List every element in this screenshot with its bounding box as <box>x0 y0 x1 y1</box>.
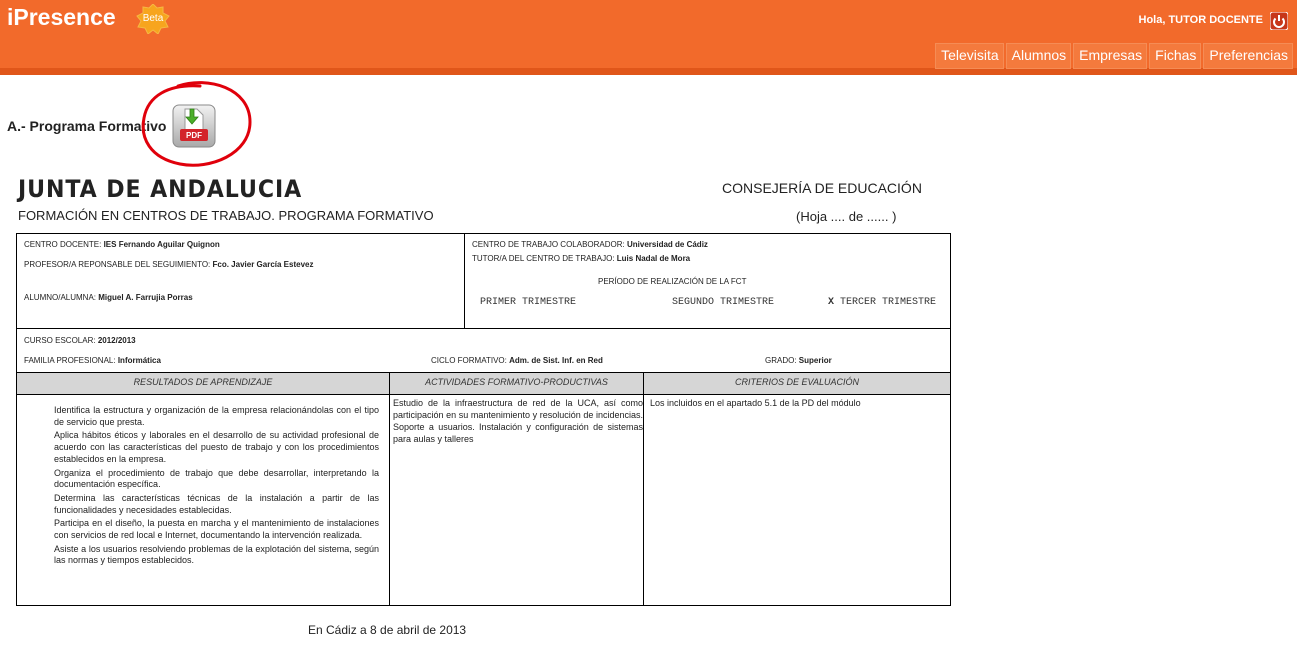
page-indicator: (Hoja .... de ...... ) <box>796 209 897 224</box>
alumno: ALUMNO/ALUMNA: Miguel A. Farrujia Porras <box>24 293 193 302</box>
resultado-item: Identifica la estructura y organización … <box>54 405 379 427</box>
ciclo-formativo: CICLO FORMATIVO: Adm. de Sist. Inf. en R… <box>431 356 603 365</box>
trimestre-2: SEGUNDO TRIMESTRE <box>672 297 775 308</box>
main-nav: Televisita Alumnos Empresas Fichas Prefe… <box>935 43 1293 69</box>
centro-docente: CENTRO DOCENTE: IES Fernando Aguilar Qui… <box>24 240 220 249</box>
grado: GRADO: Superior <box>765 356 832 365</box>
resultado-item: Aplica hábitos éticos y laborales en el … <box>54 430 379 464</box>
svg-text:PDF: PDF <box>186 131 202 140</box>
centro-trabajo: CENTRO DE TRABAJO COLABORADOR: Universid… <box>472 240 708 249</box>
resultado-item: Asiste a los usuarios resolviendo proble… <box>54 543 379 566</box>
section-title: A.- Programa Formativo <box>7 118 167 134</box>
criterios-cell: Los incluidos en el apartado 5.1 de la P… <box>643 394 951 606</box>
nav-preferencias[interactable]: Preferencias <box>1203 43 1293 69</box>
beta-label: Beta <box>142 13 164 24</box>
trimestre-mark: X <box>828 297 835 308</box>
nav-fichas[interactable]: Fichas <box>1149 43 1202 69</box>
pdf-download-icon[interactable]: PDF <box>171 103 217 149</box>
footer-date: En Cádiz a 8 de abril de 2013 <box>308 623 467 637</box>
nav-empresas[interactable]: Empresas <box>1073 43 1148 69</box>
actividades-cell: Estudio de la infraestructura de red de … <box>389 394 644 606</box>
profesor: PROFESOR/A REPONSABLE DEL SEGUIMIENTO: F… <box>24 260 314 269</box>
nav-alumnos[interactable]: Alumnos <box>1005 43 1072 69</box>
trimestre-1: PRIMER TRIMESTRE <box>480 297 577 308</box>
trimestre-3: X TERCER TRIMESTRE <box>828 297 937 308</box>
nav-televisita[interactable]: Televisita <box>935 43 1004 69</box>
department-title: CONSEJERÍA DE EDUCACIÓN <box>722 180 922 196</box>
curso-escolar: CURSO ESCOLAR: 2012/2013 <box>24 336 136 345</box>
resultados-cell: Identifica la estructura y organización … <box>16 394 390 606</box>
curso-box <box>16 328 951 373</box>
resultado-item: Organiza el procedimiento de trabajo que… <box>54 467 379 490</box>
actividades-text: Estudio de la infraestructura de red de … <box>393 398 643 444</box>
resultado-item: Participa en el diseño, la puesta en mar… <box>54 518 379 541</box>
col-header-criterios: CRITERIOS DE EVALUACIÓN <box>643 372 951 395</box>
criterios-text: Los incluidos en el apartado 5.1 de la P… <box>650 398 861 408</box>
col-header-actividades: ACTIVIDADES FORMATIVO-PRODUCTIVAS <box>389 372 644 395</box>
document-title: FORMACIÓN EN CENTROS DE TRABAJO. PROGRAM… <box>18 208 434 223</box>
familia-profesional: FAMILIA PROFESIONAL: Informática <box>24 356 161 365</box>
resultado-item: Determina las características técnicas d… <box>54 492 379 515</box>
tutor-trabajo: TUTOR/A DEL CENTRO DE TRABAJO: Luis Nada… <box>472 254 691 263</box>
col-header-resultados: RESULTADOS DE APRENDIZAJE <box>16 372 390 395</box>
power-icon[interactable] <box>1269 11 1289 31</box>
beta-badge-icon: Beta <box>136 3 170 35</box>
user-greeting: Hola, TUTOR DOCENTE <box>1138 14 1263 26</box>
periodo-label: PERÍODO DE REALIZACIÓN DE LA FCT <box>598 277 747 286</box>
junta-logo-text: JUNTA DE ANDALUCIA <box>18 175 303 203</box>
app-logo[interactable]: iPresence <box>7 4 116 31</box>
header-shadow <box>0 68 1297 75</box>
